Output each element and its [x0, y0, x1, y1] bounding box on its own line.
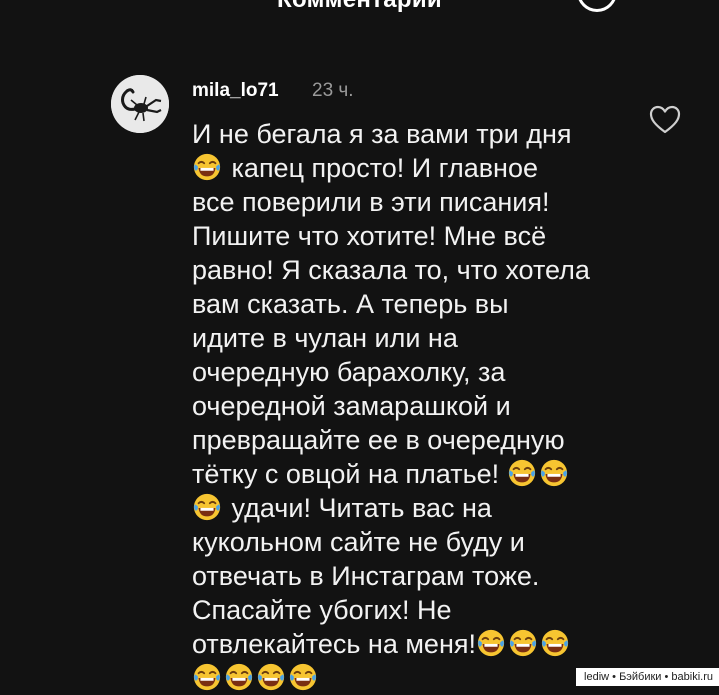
comment-line: Спасайте убогих! Не	[192, 595, 452, 625]
more-options-icon[interactable]	[661, 0, 681, 14]
scorpion-icon	[111, 75, 169, 133]
comment-line: отвлекайтесь на меня!	[192, 627, 612, 661]
laughing-emoji-icon	[192, 152, 222, 182]
app-header: Комментарии	[0, 0, 719, 14]
laughing-emoji-icon	[192, 492, 222, 522]
laughing-emoji-icon	[539, 458, 569, 488]
laughing-emoji-icon	[224, 662, 254, 692]
comment-line: удачи! Читать вас на	[192, 491, 612, 525]
comment-line: И не бегала я за вами три дня	[192, 119, 572, 149]
comment-line: очередную барахолку, за	[192, 357, 506, 387]
comment-line: все поверили в эти писания!	[192, 187, 550, 217]
comment-line: кукольном сайте не буду и	[192, 527, 525, 557]
laughing-emoji-icon	[508, 628, 538, 658]
comment-line: очередной замарашкой и	[192, 391, 511, 421]
comment-line: идите в чулан или на	[192, 323, 458, 353]
comment-line	[192, 661, 612, 695]
comment-line: превращайте ее в очередную	[192, 425, 565, 455]
comment-text: И не бегала я за вами три дня капец прос…	[192, 117, 612, 695]
laughing-emoji-icon	[507, 458, 537, 488]
comment-username[interactable]: mila_lo71	[192, 80, 279, 102]
comment-timestamp: 23 ч.	[312, 80, 354, 101]
laughing-emoji-icon	[476, 628, 506, 658]
laughing-emoji-icon	[192, 662, 222, 692]
laughing-emoji-icon	[540, 628, 570, 658]
watermark: lediw • Бэйбики • babiki.ru	[576, 668, 719, 686]
comment-line: тётку с овцой на платье!	[192, 457, 612, 491]
comment-line: Пишите что хотите! Мне всё	[192, 221, 547, 251]
laughing-emoji-icon	[288, 662, 318, 692]
heart-icon[interactable]	[648, 104, 682, 136]
comment-line: капец просто! И главное	[192, 151, 612, 185]
comment-line: вам сказать. А теперь вы	[192, 289, 509, 319]
laughing-emoji-icon	[256, 662, 286, 692]
avatar[interactable]	[111, 75, 169, 133]
comment-line: отвечать в Инстаграм тоже.	[192, 561, 540, 591]
comment-line: равно! Я сказала то, что хотела	[192, 255, 590, 285]
